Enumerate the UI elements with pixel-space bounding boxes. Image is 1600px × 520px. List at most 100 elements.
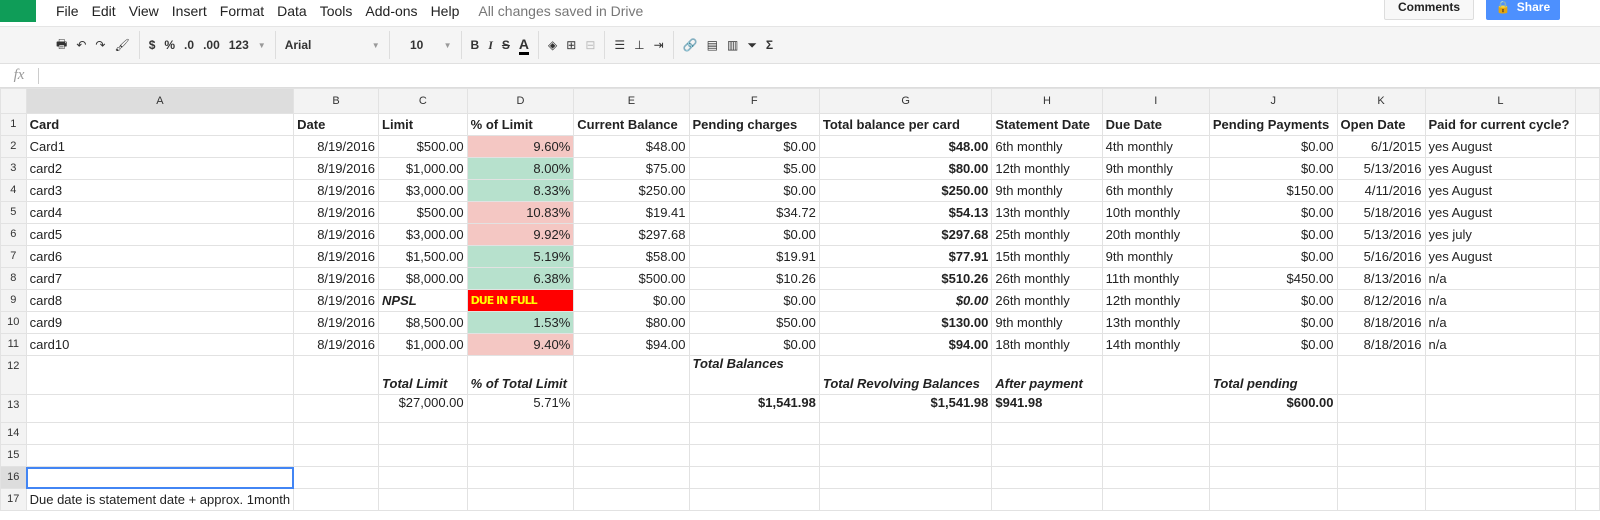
- cell-a3[interactable]: card2: [25, 157, 295, 180]
- cell-j14[interactable]: [1208, 422, 1338, 445]
- cell-a16[interactable]: [25, 466, 295, 489]
- cell-c6[interactable]: $3,000.00: [378, 223, 468, 246]
- cell-g7[interactable]: $77.91: [818, 245, 993, 268]
- cell-b13[interactable]: [293, 394, 380, 423]
- cell-l16[interactable]: [1424, 466, 1577, 489]
- cell-f17[interactable]: [688, 488, 820, 511]
- cell-e3[interactable]: $75.00: [573, 157, 690, 180]
- cell-e7[interactable]: $58.00: [573, 245, 690, 268]
- cell[interactable]: [1575, 223, 1600, 246]
- cell-j8[interactable]: $450.00: [1208, 267, 1338, 290]
- cell-d12[interactable]: % of Total Limit: [466, 355, 575, 395]
- cell-g3[interactable]: $80.00: [818, 157, 993, 180]
- cell-d9[interactable]: DUE IN FULL: [466, 289, 575, 312]
- cell-a12[interactable]: [25, 355, 295, 395]
- cell-a5[interactable]: card4: [25, 201, 295, 224]
- cell-h14[interactable]: [991, 422, 1103, 445]
- cell-d2[interactable]: 9.60%: [466, 135, 575, 158]
- cell[interactable]: [1575, 488, 1600, 511]
- cell-a9[interactable]: card8: [25, 289, 295, 312]
- row-header[interactable]: 8: [0, 267, 27, 290]
- cell-l8[interactable]: n/a: [1424, 267, 1577, 290]
- row-header[interactable]: 1: [0, 113, 27, 136]
- cell-l2[interactable]: yes August: [1424, 135, 1577, 158]
- column-header-g[interactable]: G: [818, 88, 993, 114]
- cell-k8[interactable]: 8/13/2016: [1336, 267, 1426, 290]
- row-header[interactable]: 14: [0, 422, 27, 445]
- cell-e1[interactable]: Current Balance: [573, 113, 690, 136]
- column-header-k[interactable]: K: [1336, 88, 1426, 114]
- cell-e14[interactable]: [573, 422, 690, 445]
- cell-a8[interactable]: card7: [25, 267, 295, 290]
- cell[interactable]: [1575, 422, 1600, 445]
- cell-e15[interactable]: [573, 444, 690, 467]
- redo-icon[interactable]: ↷: [95, 38, 105, 52]
- cell-i1[interactable]: Due Date: [1101, 113, 1210, 136]
- cell-e17[interactable]: [573, 488, 690, 511]
- cell-b9[interactable]: 8/19/2016: [293, 289, 380, 312]
- cell-k5[interactable]: 5/18/2016: [1336, 201, 1426, 224]
- cell[interactable]: [1575, 267, 1600, 290]
- cell[interactable]: [1575, 245, 1600, 268]
- cell-g4[interactable]: $250.00: [818, 179, 993, 202]
- cell-g14[interactable]: [818, 422, 993, 445]
- cell-h7[interactable]: 15th monthly: [991, 245, 1103, 268]
- cell-i14[interactable]: [1101, 422, 1210, 445]
- cell-k3[interactable]: 5/13/2016: [1336, 157, 1426, 180]
- cell-j3[interactable]: $0.00: [1208, 157, 1338, 180]
- cell-j5[interactable]: $0.00: [1208, 201, 1338, 224]
- cell-c17[interactable]: [378, 488, 468, 511]
- cell-b3[interactable]: 8/19/2016: [293, 157, 380, 180]
- cell-j10[interactable]: $0.00: [1208, 311, 1338, 334]
- cell-b15[interactable]: [293, 444, 380, 467]
- cell[interactable]: [1575, 466, 1600, 489]
- menu-help[interactable]: Help: [431, 3, 460, 19]
- cell-e10[interactable]: $80.00: [573, 311, 690, 334]
- cell-h12[interactable]: After payment: [991, 355, 1103, 395]
- cell-k9[interactable]: 8/12/2016: [1336, 289, 1426, 312]
- cell-i15[interactable]: [1101, 444, 1210, 467]
- cell-k13[interactable]: [1336, 394, 1426, 423]
- cell-l11[interactable]: n/a: [1424, 333, 1577, 356]
- cell[interactable]: [1575, 113, 1600, 136]
- cell-f12[interactable]: Total Balances: [688, 355, 820, 395]
- cell-b12[interactable]: [293, 355, 380, 395]
- cell-i2[interactable]: 4th monthly: [1101, 135, 1210, 158]
- menu-view[interactable]: View: [129, 3, 159, 19]
- cell-d3[interactable]: 8.00%: [466, 157, 575, 180]
- cell[interactable]: [1575, 394, 1600, 423]
- select-all-corner[interactable]: [0, 88, 27, 114]
- cell-i13[interactable]: [1101, 394, 1210, 423]
- cell-b17[interactable]: [293, 488, 380, 511]
- cell-a6[interactable]: card5: [25, 223, 295, 246]
- row-header[interactable]: 16: [0, 466, 27, 489]
- cell-d6[interactable]: 9.92%: [466, 223, 575, 246]
- cell-l15[interactable]: [1424, 444, 1577, 467]
- cell-g16[interactable]: [818, 466, 993, 489]
- column-header-c[interactable]: C: [378, 88, 468, 114]
- cell-d14[interactable]: [466, 422, 575, 445]
- align-left-icon[interactable]: ☰: [614, 38, 625, 52]
- column-header-l[interactable]: L: [1424, 88, 1577, 114]
- cell-i11[interactable]: 14th monthly: [1101, 333, 1210, 356]
- cell-g15[interactable]: [818, 444, 993, 467]
- more-formats-button[interactable]: 123: [229, 38, 249, 52]
- cell-a7[interactable]: card6: [25, 245, 295, 268]
- cell-c7[interactable]: $1,500.00: [378, 245, 468, 268]
- cell-f16[interactable]: [688, 466, 820, 489]
- cell-j17[interactable]: [1208, 488, 1338, 511]
- cell-l14[interactable]: [1424, 422, 1577, 445]
- chart-icon[interactable]: ▥: [727, 38, 738, 52]
- cell[interactable]: [1575, 289, 1600, 312]
- cell[interactable]: [1575, 179, 1600, 202]
- cell-c13[interactable]: $27,000.00: [378, 394, 468, 423]
- cell-e2[interactable]: $48.00: [573, 135, 690, 158]
- filter-icon[interactable]: ⏷: [747, 38, 757, 53]
- cell-e5[interactable]: $19.41: [573, 201, 690, 224]
- cell-k1[interactable]: Open Date: [1336, 113, 1426, 136]
- cell-k12[interactable]: [1336, 355, 1426, 395]
- cell-g17[interactable]: [818, 488, 993, 511]
- row-header[interactable]: 10: [0, 311, 27, 334]
- cell[interactable]: [1575, 444, 1600, 467]
- cell-b2[interactable]: 8/19/2016: [293, 135, 380, 158]
